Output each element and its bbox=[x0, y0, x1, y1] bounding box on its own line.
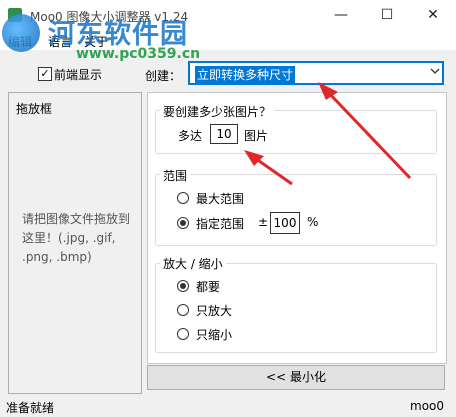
annotation-arrows bbox=[244, 82, 412, 186]
arrow-to-select bbox=[324, 88, 412, 180]
